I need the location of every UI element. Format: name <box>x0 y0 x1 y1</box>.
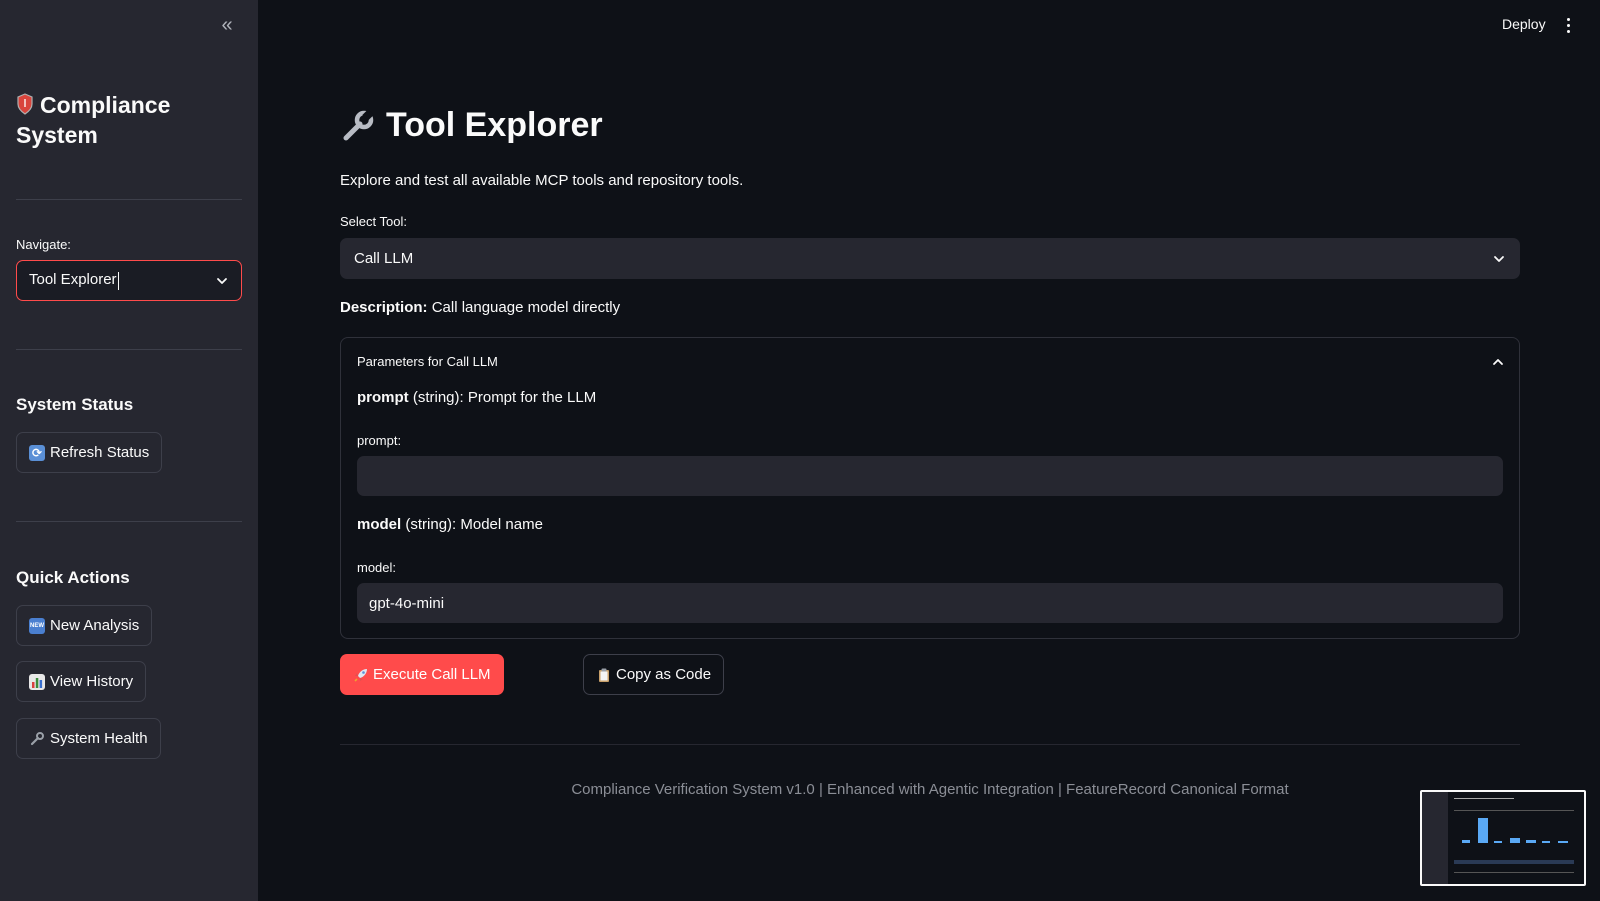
thumbnail-bar <box>1542 841 1550 843</box>
thumbnail-line <box>1454 872 1574 873</box>
model-input[interactable]: gpt-4o-mini <box>357 583 1503 623</box>
system-health-label: System Health <box>50 730 148 747</box>
copy-label: Copy as Code <box>616 666 712 683</box>
model-param-desc: (string): Model name <box>405 516 543 533</box>
page-title-text: Tool Explorer <box>386 106 603 144</box>
thumbnail-bar <box>1494 841 1502 843</box>
thumbnail-bar <box>1510 838 1520 843</box>
refresh-status-button[interactable]: ⟳ Refresh Status <box>16 432 163 473</box>
system-health-button[interactable]: System Health <box>16 718 161 759</box>
prompt-field-label: prompt: <box>357 433 402 448</box>
select-tool-value: Call LLM <box>354 250 414 267</box>
wrench-icon <box>343 108 374 140</box>
thumbnail-bar <box>1462 840 1470 843</box>
new-badge-icon: NEW <box>29 617 45 634</box>
screen-preview-thumbnail[interactable] <box>1420 790 1586 886</box>
new-analysis-label: New Analysis <box>50 617 140 634</box>
prompt-param-desc: (string): Prompt for the LLM <box>412 389 597 406</box>
page-title: Tool Explorer <box>340 106 603 145</box>
thumbnail-bar <box>1478 818 1488 843</box>
text-cursor <box>117 271 119 290</box>
deploy-button[interactable]: Deploy <box>1502 16 1546 32</box>
thumbnail-sidebar <box>1422 792 1448 884</box>
divider <box>340 744 1520 745</box>
model-param-name: model <box>357 516 402 533</box>
execute-call-llm-button[interactable]: Execute Call LLM <box>340 654 504 695</box>
select-tool-dropdown[interactable]: Call LLM <box>340 238 1520 279</box>
prompt-input[interactable] <box>357 456 1503 496</box>
new-analysis-button[interactable]: NEW New Analysis <box>16 605 153 646</box>
collapse-sidebar-icon[interactable]: « <box>216 14 238 36</box>
thumbnail-bar <box>1558 841 1568 843</box>
prompt-param-name: prompt <box>357 389 409 406</box>
prompt-param-description: prompt (string): Prompt for the LLM <box>357 389 596 406</box>
thumbnail-line <box>1454 860 1574 864</box>
sidebar-title-line1: Compliance <box>40 92 171 118</box>
execute-label: Execute Call LLM <box>373 666 491 683</box>
kebab-menu-icon[interactable] <box>1562 14 1574 36</box>
bar-chart-icon <box>29 673 45 690</box>
chevron-down-icon <box>1494 255 1504 262</box>
divider <box>16 199 242 200</box>
divider <box>16 349 242 350</box>
description-text: Call language model directly <box>431 299 621 316</box>
divider <box>16 521 242 522</box>
refresh-icon: ⟳ <box>29 444 45 461</box>
navigate-value: Tool Explorer <box>29 271 117 289</box>
navigate-label: Navigate: <box>16 237 71 252</box>
sidebar: « Compliance System Navigate: Tool Explo… <box>0 0 258 901</box>
chevron-up-icon <box>1493 358 1503 365</box>
wrench-icon <box>30 731 44 745</box>
expander-header[interactable]: Parameters for Call LLM <box>357 354 1505 369</box>
select-tool-label: Select Tool: <box>340 214 407 229</box>
intro-text: Explore and test all available MCP tools… <box>340 172 744 189</box>
clipboard-icon <box>599 668 609 682</box>
parameters-expander: Parameters for Call LLM prompt (string):… <box>340 337 1520 639</box>
description-label: Description: <box>340 299 428 316</box>
quick-actions-heading: Quick Actions <box>16 568 130 587</box>
footer-text: Compliance Verification System v1.0 | En… <box>571 781 1289 798</box>
rocket-icon <box>354 668 367 682</box>
chevron-down-icon <box>217 277 227 284</box>
shield-icon <box>17 93 33 115</box>
thumbnail-line <box>1454 810 1574 811</box>
navigate-select[interactable]: Tool Explorer <box>16 260 242 301</box>
system-status-heading: System Status <box>16 395 134 414</box>
tool-description: Description: Call language model directl… <box>340 299 620 316</box>
copy-as-code-button[interactable]: Copy as Code <box>583 654 725 695</box>
refresh-status-label: Refresh Status <box>50 444 150 461</box>
thumbnail-bar <box>1526 840 1536 843</box>
view-history-button[interactable]: View History <box>16 661 147 702</box>
sidebar-title-line2: System <box>16 122 98 148</box>
view-history-label: View History <box>50 673 134 690</box>
expander-title: Parameters for Call LLM <box>357 354 498 369</box>
model-field-label: model: <box>357 560 397 575</box>
sidebar-title: Compliance System <box>16 90 236 150</box>
model-param-description: model (string): Model name <box>357 516 543 533</box>
thumbnail-line <box>1454 798 1514 799</box>
